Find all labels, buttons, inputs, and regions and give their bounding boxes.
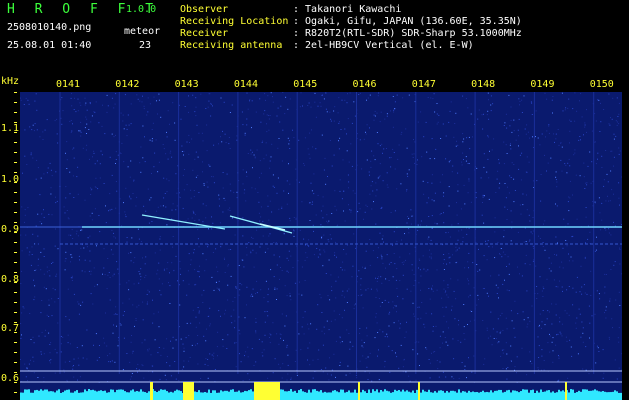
noise-layer bbox=[20, 92, 622, 383]
frequency-tick-mark bbox=[14, 372, 17, 373]
frequency-tick-label: 1.0 bbox=[1, 174, 20, 185]
signal-burst bbox=[254, 382, 280, 400]
frequency-tick-mark bbox=[14, 192, 17, 193]
frequency-tick-mark bbox=[14, 182, 17, 183]
location-label: Receiving Location bbox=[180, 16, 289, 27]
frequency-unit-label: kHz bbox=[1, 76, 20, 87]
frequency-tick-mark bbox=[14, 302, 17, 303]
observer-value: : Takanori Kawachi bbox=[293, 4, 402, 15]
frequency-tick-mark bbox=[14, 112, 17, 113]
signal-burst bbox=[150, 382, 153, 400]
header-panel: H R O F F T 1.0.0 2508010140.png 25.08.0… bbox=[0, 0, 629, 78]
time-tick-label: 0149 bbox=[530, 79, 555, 90]
signal-spikes bbox=[20, 389, 622, 394]
location-value: : Ogaki, Gifu, JAPAN (136.60E, 35.35N) bbox=[293, 16, 522, 27]
frequency-tick-mark bbox=[14, 152, 17, 153]
frequency-tick-mark bbox=[14, 162, 17, 163]
frequency-tick-mark bbox=[14, 272, 17, 273]
file-name: 2508010140.png bbox=[7, 22, 92, 33]
frequency-tick-mark bbox=[14, 92, 17, 93]
spectrogram-canvas bbox=[20, 92, 622, 400]
frequency-tick-label: 0.8 bbox=[1, 274, 20, 285]
frequency-tick-mark bbox=[14, 312, 17, 313]
date-time: 25.08.01 01:40 bbox=[7, 40, 92, 51]
frequency-tick-mark bbox=[14, 292, 17, 293]
time-tick-label: 0143 bbox=[174, 79, 199, 90]
spectrogram-display bbox=[20, 92, 622, 400]
frequency-tick-mark bbox=[14, 252, 17, 253]
frequency-tick-mark bbox=[14, 392, 17, 393]
frequency-tick-mark bbox=[14, 282, 17, 283]
time-tick-label: 0147 bbox=[411, 79, 436, 90]
meteor-count: 23 bbox=[139, 40, 152, 51]
frequency-tick-mark bbox=[14, 172, 17, 173]
frequency-tick-mark bbox=[14, 132, 17, 133]
antenna-label: Receiving antenna bbox=[180, 40, 283, 51]
frequency-tick-mark bbox=[14, 262, 17, 263]
app-version: 1.0.0 bbox=[126, 4, 157, 15]
frequency-tick-mark bbox=[14, 202, 17, 203]
frequency-tick-mark bbox=[14, 102, 17, 103]
signal-baseline bbox=[20, 394, 622, 400]
frequency-tick-mark bbox=[14, 362, 17, 363]
signal-burst bbox=[418, 382, 420, 400]
signal-burst bbox=[358, 382, 360, 400]
frequency-tick-label: 0.9 bbox=[1, 224, 20, 235]
frequency-tick-mark bbox=[14, 212, 17, 213]
frequency-tick-mark bbox=[14, 232, 17, 233]
frequency-tick-mark bbox=[14, 382, 17, 383]
time-tick-label: 0145 bbox=[293, 79, 318, 90]
time-tick-label: 0148 bbox=[471, 79, 496, 90]
frequency-tick-mark bbox=[14, 222, 17, 223]
time-tick-label: 0142 bbox=[115, 79, 140, 90]
antenna-value: : 2el-HB9CV Vertical (el. E-W) bbox=[293, 40, 474, 51]
time-tick-label: 0146 bbox=[352, 79, 377, 90]
signal-burst bbox=[565, 382, 567, 400]
frequency-tick-mark bbox=[14, 322, 17, 323]
frequency-tick-mark bbox=[14, 122, 17, 123]
frequency-tick-mark bbox=[14, 142, 17, 143]
time-tick-label: 0141 bbox=[56, 79, 81, 90]
time-tick-label: 0150 bbox=[589, 79, 614, 90]
signal-burst bbox=[183, 382, 194, 400]
receiver-label: Receiver bbox=[180, 28, 229, 39]
frequency-tick-mark bbox=[14, 342, 17, 343]
observer-label: Observer bbox=[180, 4, 229, 15]
frequency-tick-mark bbox=[14, 332, 17, 333]
frequency-tick-mark bbox=[14, 242, 17, 243]
time-tick-label: 0144 bbox=[233, 79, 258, 90]
receiver-value: : R820T2(RTL-SDR) SDR-Sharp 53.1000MHz bbox=[293, 28, 522, 39]
frequency-tick-mark bbox=[14, 352, 17, 353]
meteor-label: meteor bbox=[124, 26, 161, 37]
